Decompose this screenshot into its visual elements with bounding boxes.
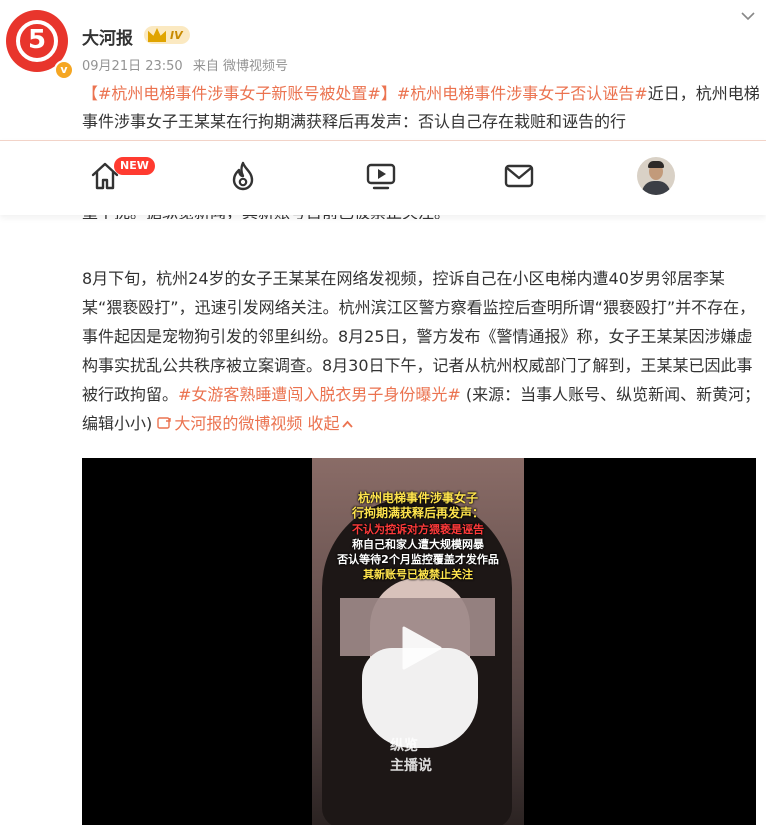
- video-icon[interactable]: [364, 159, 398, 193]
- author-name[interactable]: 大河报: [82, 24, 133, 49]
- chevron-down-icon[interactable]: [740, 8, 756, 24]
- post-source[interactable]: 来自 微博视频号: [193, 59, 288, 74]
- level-text: IV: [170, 28, 183, 42]
- level-badge[interactable]: IV: [144, 26, 190, 44]
- video-caption-3: 不认为控诉对方猥亵是诬告: [352, 523, 484, 536]
- watermark-line-1: 纵览: [390, 738, 418, 754]
- top-nav-bar: NEW: [0, 140, 766, 215]
- chevron-up-icon: [342, 420, 354, 428]
- video-caption-2: 行拘期满获释后再发声：: [351, 506, 484, 520]
- video-caption-6: 其新账号已被禁止关注: [363, 568, 473, 581]
- video-watermark: 纵览 主播说: [390, 736, 432, 776]
- topic-link-2[interactable]: #杭州电梯事件涉事女子否认诬告#: [397, 84, 648, 103]
- new-badge: NEW: [114, 157, 155, 175]
- video-link-label: 大河报的微博视频: [174, 414, 303, 433]
- post-meta: 09月21日 23:50 来自 微博视频号: [82, 55, 294, 74]
- mail-icon[interactable]: [502, 159, 536, 193]
- video-caption-5: 否认等待2个月监控覆盖才发作品: [337, 553, 499, 566]
- crown-icon: [148, 28, 166, 42]
- video-caption-4: 称自己和家人遭大规模网暴: [352, 538, 484, 551]
- topic-bracket-close: 】: [380, 84, 397, 103]
- post-header: 5 v 大河报 IV 09月21日 23:50 来自 微博视频号 【#杭州电梯事…: [0, 0, 766, 140]
- avatar-hair: [648, 161, 664, 168]
- topic-link-1[interactable]: #杭州电梯事件涉事女子新账号被处置#: [98, 84, 381, 103]
- video-caption-1: 杭州电梯事件涉事女子: [357, 491, 478, 505]
- my-avatar[interactable]: [637, 157, 675, 195]
- avatar-logo-char: 5: [27, 25, 47, 55]
- collapse-button[interactable]: 收起: [307, 414, 354, 433]
- post-time: 09月21日 23:50: [82, 59, 183, 74]
- post-body: 8月下旬，杭州24岁的女子王某某在网络发视频，控诉自己在小区电梯内遭40岁男邻居…: [82, 264, 762, 438]
- video-link-icon: [157, 417, 172, 429]
- watermark-line-2: 主播说: [390, 758, 432, 774]
- post-headline: 【#杭州电梯事件涉事女子新账号被处置#】#杭州电梯事件涉事女子否认诬告#近日，杭…: [82, 80, 760, 136]
- avatar-body: [642, 181, 670, 195]
- hot-fire-icon[interactable]: [226, 159, 260, 193]
- collapse-label: 收起: [307, 414, 340, 433]
- topic-bracket-open: 【: [82, 84, 99, 103]
- post-body-text: 8月下旬，杭州24岁的女子王某某在网络发视频，控诉自己在小区电梯内遭40岁男邻居…: [82, 269, 756, 404]
- play-icon[interactable]: [396, 624, 444, 672]
- video-link[interactable]: 大河报的微博视频: [157, 414, 302, 433]
- topic-link-3[interactable]: #女游客熟睡遭闯入脱衣男子身份曝光#: [178, 385, 461, 404]
- verified-badge: v: [54, 60, 74, 80]
